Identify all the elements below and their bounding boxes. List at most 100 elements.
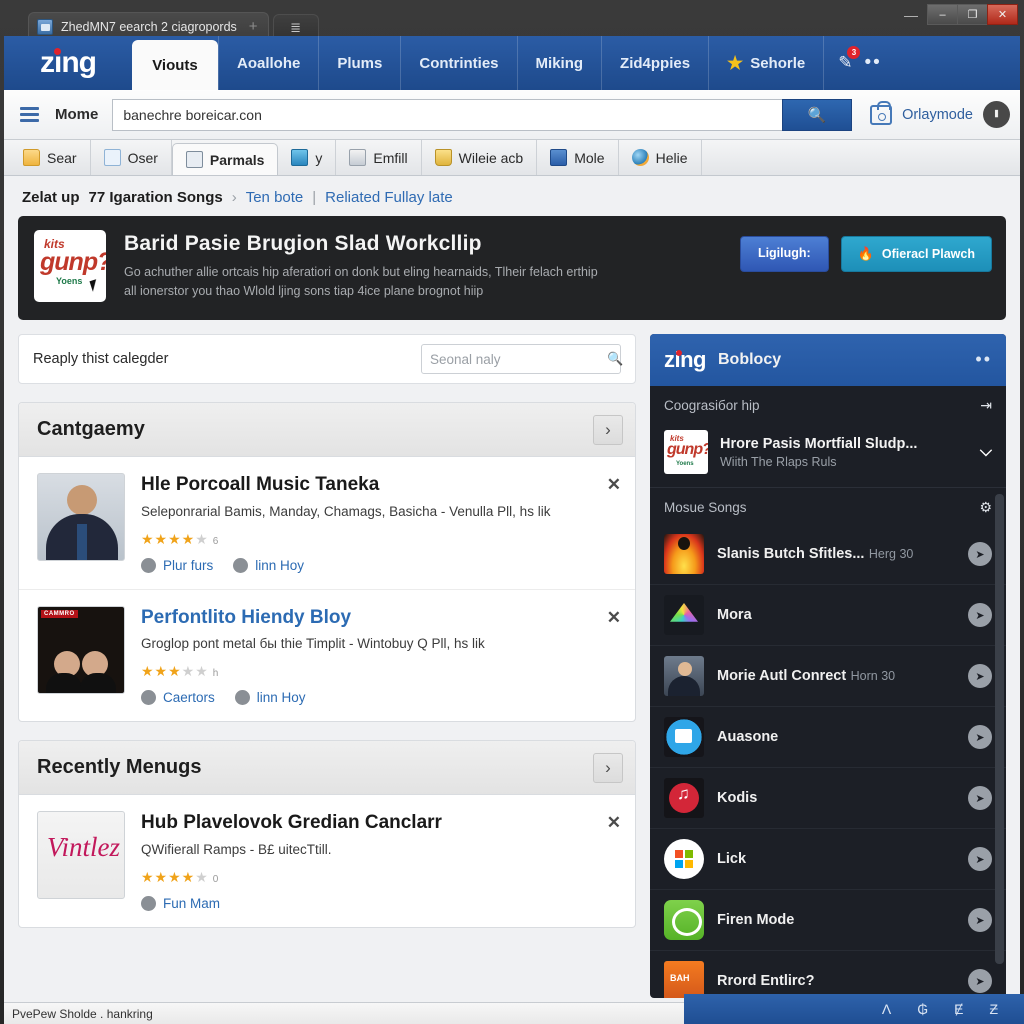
bookmark-emfill[interactable]: Emfill: [336, 140, 422, 175]
chevron-right-icon[interactable]: ›: [593, 752, 623, 783]
search-icon[interactable]: 🔍: [607, 351, 623, 367]
search-submit-button[interactable]: 🔍: [782, 98, 853, 131]
side-panel-logo[interactable]: zing: [664, 347, 707, 373]
nav-item-aoallohe[interactable]: Aoallohe: [218, 36, 318, 90]
breadcrumb-link-related[interactable]: Reliated Fullay late: [325, 189, 453, 206]
more-dots-icon[interactable]: ••: [864, 54, 881, 72]
nav-label: Viouts: [152, 56, 198, 74]
bookmark-label: Parmals: [209, 151, 265, 168]
tab-favicon-icon: [37, 18, 53, 35]
flame-icon: [664, 534, 704, 574]
now-playing-subtitle: Wiith The Rlaps Ruls: [720, 454, 837, 469]
shopping-bag-icon[interactable]: [870, 100, 893, 125]
section-header: Cantgaemy ›: [19, 403, 635, 457]
list-item[interactable]: Auasone ➤: [650, 707, 1006, 768]
list-item[interactable]: Lick ➤: [650, 829, 1006, 890]
item-title[interactable]: Hub Plavelovok Gredian Canclarr: [141, 811, 589, 835]
search-input[interactable]: [112, 98, 783, 131]
row-title: Kodis: [717, 790, 758, 806]
list-item[interactable]: Firen Mode ➤: [650, 890, 1006, 951]
browser-tab-title: ZhedMN7 eearch 2 ciagropords: [61, 19, 237, 34]
play-icon[interactable]: ➤: [968, 969, 992, 993]
list-item[interactable]: Morie Autl Conrect Horn 30 ➤: [650, 646, 1006, 707]
list-item[interactable]: Mora ➤: [650, 585, 1006, 646]
nav-item-viouts[interactable]: Viouts: [132, 40, 218, 90]
orlaymode-label[interactable]: Orlaymode: [902, 107, 973, 123]
hero-secondary-button[interactable]: 🔥 Ofieracl Plawch: [840, 236, 992, 272]
new-tab-plus-icon[interactable]: +: [245, 18, 258, 35]
bookmark-sear[interactable]: Sear: [10, 140, 91, 175]
list-item[interactable]: Rrord Entlirc? ➤: [650, 951, 1006, 998]
bookmark-oser[interactable]: Oser: [91, 140, 172, 175]
meta-linn-hoy[interactable]: linn Hoy: [233, 557, 305, 573]
remove-item-button[interactable]: ✕: [607, 813, 621, 833]
maximize-button[interactable]: ❐: [957, 4, 988, 25]
item-title[interactable]: Hle Porcoall Music Taneka: [141, 473, 589, 497]
site-logo-text: zing: [40, 46, 97, 79]
nav-item-contrinties[interactable]: Contrinties: [400, 36, 516, 90]
meta-plur-furs[interactable]: Plur furs: [141, 557, 213, 573]
taskbar-glyph-4[interactable]: Ƶ: [989, 1001, 998, 1017]
side-panel-scrollbar[interactable]: [995, 494, 1004, 964]
meta-linn-hoy[interactable]: linn Hoy: [234, 690, 306, 706]
play-icon[interactable]: ➤: [968, 664, 992, 688]
site-logo[interactable]: zing: [4, 36, 132, 90]
hero-secondary-label: Ofieracl Plawch: [881, 247, 975, 261]
meta-label: linn Hoy: [255, 557, 305, 573]
play-icon[interactable]: ➤: [968, 725, 992, 749]
hamburger-icon[interactable]: [14, 107, 45, 122]
list-search-input[interactable]: [430, 351, 607, 367]
orange-app-icon: [664, 961, 704, 998]
minimize-button[interactable]: –: [927, 4, 958, 25]
play-icon[interactable]: ➤: [968, 908, 992, 932]
hero-primary-button[interactable]: Ligilugh:: [739, 236, 829, 272]
avatar[interactable]: ⫴: [983, 101, 1010, 128]
bookmark-helie[interactable]: Helie: [619, 140, 702, 175]
chevron-down-icon[interactable]: ⌵: [980, 443, 992, 461]
play-icon[interactable]: ➤: [968, 542, 992, 566]
nav-item-miking[interactable]: Miking: [516, 36, 602, 90]
logo-dot-icon: [54, 48, 61, 55]
play-icon[interactable]: ➤: [968, 847, 992, 871]
bookmark-parmals[interactable]: Parmals: [171, 143, 279, 175]
taskbar-glyph-2[interactable]: ₲: [917, 1001, 928, 1017]
list-item[interactable]: Vintlez Hub Plavelovok Gredian Canclarr …: [19, 795, 635, 927]
more-dots-icon[interactable]: ••: [975, 350, 992, 368]
meta-fun-mam[interactable]: Fun Mam: [141, 896, 220, 912]
now-playing-section-header: Coograsiбor hip ⇥: [650, 386, 1006, 422]
breadcrumb-link-ten-bote[interactable]: Ten bote: [246, 189, 304, 206]
item-description: QWifierall Ramps - B£ uitecTtill.: [141, 842, 332, 858]
nav-item-plums[interactable]: Plums: [318, 36, 400, 90]
play-icon[interactable]: ➤: [968, 603, 992, 627]
list-item[interactable]: Slanis Butch Sfitles... Herg 30 ➤: [650, 524, 1006, 585]
pencil-icon[interactable]: ✎ 3: [838, 46, 861, 73]
row-title: Morie Autl Conrect: [717, 668, 847, 684]
taskbar-glyph-3[interactable]: Ɇ: [954, 1001, 963, 1017]
bookmark-window[interactable]: у: [278, 140, 337, 175]
close-button[interactable]: ✕: [987, 4, 1018, 25]
remove-item-button[interactable]: ✕: [607, 608, 621, 628]
chevron-right-icon[interactable]: ›: [593, 414, 623, 445]
remove-item-button[interactable]: ✕: [607, 475, 621, 495]
meta-caertors[interactable]: Caertors: [141, 690, 215, 706]
list-item[interactable]: Kodis ➤: [650, 768, 1006, 829]
now-playing-row[interactable]: kits gunp? Yoens Hrore Pasis Mortfiall S…: [650, 422, 1006, 488]
bookmark-wileie-acb[interactable]: Wileie acb: [422, 140, 538, 175]
play-icon[interactable]: ➤: [968, 786, 992, 810]
list-item[interactable]: Hle Porcoall Music Taneka Seleponrarial …: [19, 457, 635, 590]
settings-icon[interactable]: ⚙: [979, 499, 992, 516]
nav-tools-group: ✎ 3 ••: [823, 36, 896, 90]
now-playing-label: Coograsiбor hip: [664, 398, 760, 413]
taskbar-glyph-1[interactable]: Ʌ: [882, 1001, 891, 1017]
bookmark-mole[interactable]: Mole: [537, 140, 619, 175]
home-label[interactable]: Mome: [55, 106, 98, 123]
item-title[interactable]: Perfontlito Hiendy Bloy: [141, 606, 589, 630]
nav-item-favorites[interactable]: ★ Sehorle: [708, 36, 823, 90]
arrow-right-icon[interactable]: ⇥: [980, 397, 992, 414]
list-item[interactable]: CAMMRO Perfontlito Hiendy Bloy Groglop p…: [19, 590, 635, 722]
breadcrumb-label: Zelat up: [22, 189, 80, 206]
nav-item-zid4ppies[interactable]: Zid4ppies: [601, 36, 708, 90]
now-playing-text: Hrore Pasis Mortfiall Sludp... Wiith The…: [720, 436, 968, 469]
side-panel-title: Boblocy: [718, 351, 782, 368]
item-meta-row: Fun Mam: [141, 896, 589, 912]
